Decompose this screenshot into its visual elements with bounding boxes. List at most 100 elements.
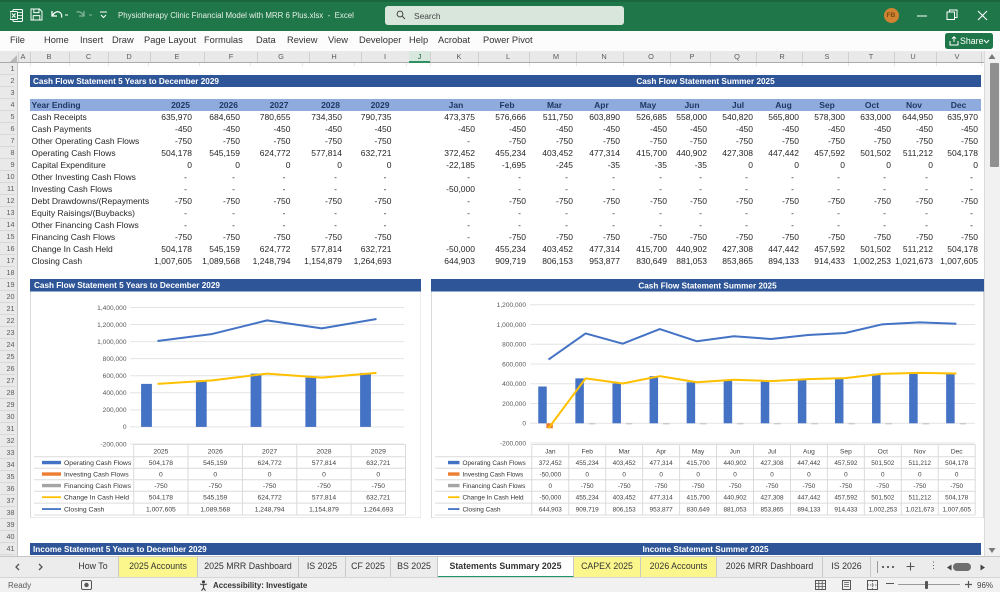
svg-text:440,902: 440,902 bbox=[723, 459, 747, 466]
svg-text:1,000,000: 1,000,000 bbox=[497, 321, 527, 328]
svg-text:Jan: Jan bbox=[545, 448, 556, 455]
svg-text:-750: -750 bbox=[766, 482, 779, 489]
svg-text:-750: -750 bbox=[729, 482, 742, 489]
svg-text:894,133: 894,133 bbox=[797, 506, 821, 513]
svg-text:800,000: 800,000 bbox=[502, 341, 526, 348]
svg-text:Feb: Feb bbox=[582, 448, 594, 455]
svg-text:-750: -750 bbox=[262, 482, 276, 489]
svg-text:455,234: 455,234 bbox=[576, 459, 600, 466]
svg-text:Cash Flow Statement 5 Years to: Cash Flow Statement 5 Years to December … bbox=[34, 281, 220, 290]
svg-text:632,721: 632,721 bbox=[366, 459, 390, 466]
svg-text:2027: 2027 bbox=[262, 448, 277, 455]
svg-text:200,000: 200,000 bbox=[102, 407, 126, 414]
svg-text:Financing Cash Flows: Financing Cash Flows bbox=[64, 482, 131, 489]
svg-text:Investing Cash Flows: Investing Cash Flows bbox=[64, 471, 129, 478]
svg-text:455,234: 455,234 bbox=[576, 494, 600, 501]
svg-text:1,264,693: 1,264,693 bbox=[363, 506, 393, 513]
svg-text:-750: -750 bbox=[803, 482, 816, 489]
svg-text:853,865: 853,865 bbox=[760, 506, 784, 513]
svg-text:800,000: 800,000 bbox=[102, 355, 126, 362]
svg-text:806,153: 806,153 bbox=[613, 506, 637, 513]
svg-text:Mar: Mar bbox=[619, 448, 631, 455]
svg-text:504,178: 504,178 bbox=[148, 459, 172, 466]
svg-text:-750: -750 bbox=[371, 482, 385, 489]
svg-text:Sep: Sep bbox=[840, 448, 852, 455]
svg-text:Financing Cash Flows: Financing Cash Flows bbox=[463, 482, 526, 489]
svg-text:440,902: 440,902 bbox=[723, 494, 747, 501]
svg-text:0: 0 bbox=[696, 471, 700, 478]
svg-text:427,308: 427,308 bbox=[760, 494, 784, 501]
svg-text:0: 0 bbox=[267, 471, 271, 478]
svg-text:0: 0 bbox=[918, 471, 922, 478]
svg-text:504,178: 504,178 bbox=[148, 494, 172, 501]
svg-text:504,178: 504,178 bbox=[945, 494, 969, 501]
svg-text:0: 0 bbox=[807, 471, 811, 478]
svg-text:1,002,253: 1,002,253 bbox=[869, 506, 898, 513]
svg-text:-750: -750 bbox=[317, 482, 331, 489]
svg-text:624,772: 624,772 bbox=[257, 494, 281, 501]
svg-text:600,000: 600,000 bbox=[102, 373, 126, 380]
svg-text:-50,000: -50,000 bbox=[539, 471, 561, 478]
svg-text:-750: -750 bbox=[950, 482, 963, 489]
svg-text:Operating Cash Flows: Operating Cash Flows bbox=[463, 459, 526, 466]
svg-text:372,452: 372,452 bbox=[539, 459, 563, 466]
svg-text:1,021,673: 1,021,673 bbox=[906, 506, 935, 513]
svg-text:447,442: 447,442 bbox=[797, 459, 821, 466]
svg-text:447,442: 447,442 bbox=[797, 494, 821, 501]
svg-text:0: 0 bbox=[881, 471, 885, 478]
svg-text:Jun: Jun bbox=[730, 448, 741, 455]
svg-text:477,314: 477,314 bbox=[650, 494, 674, 501]
svg-text:Closing Cash: Closing Cash bbox=[463, 506, 501, 513]
svg-text:0: 0 bbox=[122, 424, 126, 431]
svg-text:501,502: 501,502 bbox=[871, 459, 895, 466]
svg-text:Apr: Apr bbox=[656, 448, 667, 455]
svg-text:400,000: 400,000 bbox=[102, 390, 126, 397]
svg-text:1,200,000: 1,200,000 bbox=[497, 302, 527, 309]
svg-text:953,877: 953,877 bbox=[650, 506, 674, 513]
svg-text:Nov: Nov bbox=[914, 448, 926, 455]
svg-text:504,178: 504,178 bbox=[945, 459, 969, 466]
svg-text:1,089,568: 1,089,568 bbox=[200, 506, 230, 513]
svg-text:-750: -750 bbox=[876, 482, 889, 489]
svg-text:0: 0 bbox=[955, 471, 959, 478]
svg-text:511,212: 511,212 bbox=[908, 459, 931, 466]
svg-text:914,433: 914,433 bbox=[834, 506, 858, 513]
svg-text:511,212: 511,212 bbox=[908, 494, 931, 501]
svg-text:427,308: 427,308 bbox=[760, 459, 784, 466]
svg-text:403,452: 403,452 bbox=[613, 494, 637, 501]
svg-text:909,719: 909,719 bbox=[576, 506, 600, 513]
svg-text:Change In Cash Held: Change In Cash Held bbox=[463, 494, 525, 501]
svg-text:600,000: 600,000 bbox=[502, 361, 526, 368]
svg-text:830,649: 830,649 bbox=[687, 506, 711, 513]
svg-text:457,592: 457,592 bbox=[834, 494, 858, 501]
svg-text:-750: -750 bbox=[913, 482, 926, 489]
svg-text:1,007,605: 1,007,605 bbox=[146, 506, 176, 513]
svg-text:Investing Cash Flows: Investing Cash Flows bbox=[463, 471, 524, 478]
svg-text:-200,000: -200,000 bbox=[100, 441, 126, 448]
svg-text:2028: 2028 bbox=[316, 448, 331, 455]
svg-text:Change In Cash Held: Change In Cash Held bbox=[64, 494, 129, 501]
svg-text:2025: 2025 bbox=[153, 448, 168, 455]
svg-text:Aug: Aug bbox=[803, 448, 815, 455]
svg-text:545,159: 545,159 bbox=[203, 459, 227, 466]
svg-text:2026: 2026 bbox=[207, 448, 222, 455]
svg-text:-200,000: -200,000 bbox=[500, 440, 526, 447]
svg-text:457,592: 457,592 bbox=[834, 459, 858, 466]
svg-text:Operating Cash Flows: Operating Cash Flows bbox=[64, 459, 132, 466]
svg-text:501,502: 501,502 bbox=[871, 494, 895, 501]
svg-text:0: 0 bbox=[322, 471, 326, 478]
svg-text:0: 0 bbox=[770, 471, 774, 478]
svg-text:545,159: 545,159 bbox=[203, 494, 227, 501]
svg-text:0: 0 bbox=[549, 482, 553, 489]
svg-text:577,814: 577,814 bbox=[311, 494, 335, 501]
svg-text:1,400,000: 1,400,000 bbox=[97, 304, 127, 311]
svg-text:0: 0 bbox=[622, 471, 626, 478]
svg-text:0: 0 bbox=[522, 420, 526, 427]
svg-text:0: 0 bbox=[159, 471, 163, 478]
svg-text:-750: -750 bbox=[208, 482, 222, 489]
svg-text:2029: 2029 bbox=[370, 448, 385, 455]
svg-text:0: 0 bbox=[376, 471, 380, 478]
svg-text:May: May bbox=[692, 448, 705, 455]
svg-text:415,700: 415,700 bbox=[687, 494, 711, 501]
svg-text:Closing Cash: Closing Cash bbox=[64, 506, 105, 513]
